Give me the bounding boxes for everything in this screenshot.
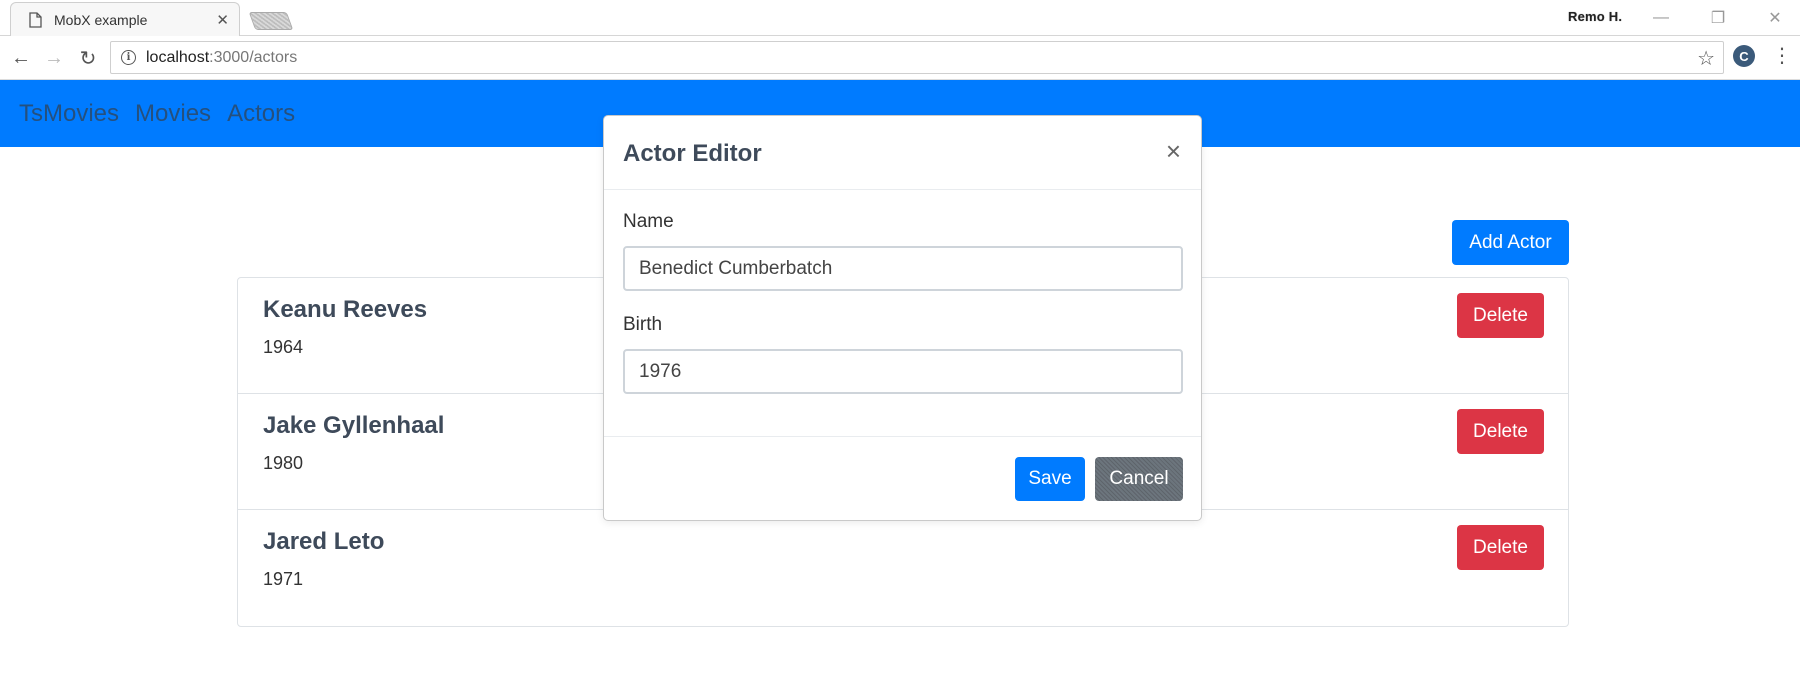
new-tab-button[interactable] — [248, 12, 294, 30]
actor-birth: 1964 — [263, 337, 304, 357]
browser-tabstrip: MobX example ✕ Remo H. — ❐ ✕ — [0, 0, 1800, 36]
url-host: localhost — [146, 48, 210, 66]
browser-tab[interactable]: MobX example ✕ — [10, 2, 240, 36]
back-icon[interactable]: ← — [7, 44, 35, 72]
extension-icon[interactable]: C — [1733, 45, 1755, 67]
actor-name: Jared Leto — [263, 528, 385, 555]
nav-link-movies[interactable]: Movies — [135, 100, 211, 128]
profile-name[interactable]: Remo H. — [1568, 9, 1622, 24]
close-window-icon[interactable]: ✕ — [1760, 6, 1790, 30]
nav-brand[interactable]: TsMovies — [19, 100, 119, 128]
delete-button[interactable]: Delete — [1457, 525, 1544, 570]
add-actor-button[interactable]: Add Actor — [1452, 220, 1569, 265]
document-icon — [29, 11, 42, 28]
restore-icon[interactable]: ❐ — [1703, 6, 1733, 30]
name-label: Name — [623, 211, 674, 232]
tab-close-icon[interactable]: ✕ — [216, 11, 229, 29]
nav-link-actors[interactable]: Actors — [227, 100, 295, 128]
url-path: :3000/actors — [209, 48, 298, 66]
address-bar[interactable]: i localhost:3000/actors ☆ — [110, 41, 1724, 74]
actor-name: Jake Gyllenhaal — [263, 412, 445, 439]
reload-icon[interactable]: ↻ — [74, 44, 102, 72]
minimize-icon[interactable]: — — [1646, 6, 1676, 30]
delete-button[interactable]: Delete — [1457, 293, 1544, 338]
forward-icon[interactable]: → — [40, 44, 68, 72]
tab-title: MobX example — [54, 11, 148, 28]
actor-name: Keanu Reeves — [263, 296, 428, 323]
save-button[interactable]: Save — [1015, 457, 1085, 501]
modal-body: Name Birth — [604, 190, 1201, 394]
close-icon[interactable]: × — [1166, 138, 1181, 164]
browser-menu-icon[interactable]: ⋮ — [1772, 44, 1792, 68]
modal-header: Actor Editor × — [604, 116, 1201, 190]
birth-label: Birth — [623, 314, 663, 335]
delete-button[interactable]: Delete — [1457, 409, 1544, 454]
bookmark-star-icon[interactable]: ☆ — [1697, 46, 1715, 71]
name-input[interactable] — [623, 246, 1183, 291]
list-item: Jared Leto 1971 Delete — [238, 510, 1568, 626]
modal-footer: Save Cancel — [604, 436, 1201, 521]
cancel-button[interactable]: Cancel — [1095, 457, 1183, 501]
info-icon[interactable]: i — [121, 50, 136, 65]
birth-input[interactable] — [623, 349, 1183, 394]
actor-birth: 1980 — [263, 453, 304, 473]
modal-title: Actor Editor — [623, 140, 762, 167]
actor-editor-modal: Actor Editor × Name Birth Save Cancel — [603, 115, 1202, 521]
actor-birth: 1971 — [263, 569, 304, 589]
